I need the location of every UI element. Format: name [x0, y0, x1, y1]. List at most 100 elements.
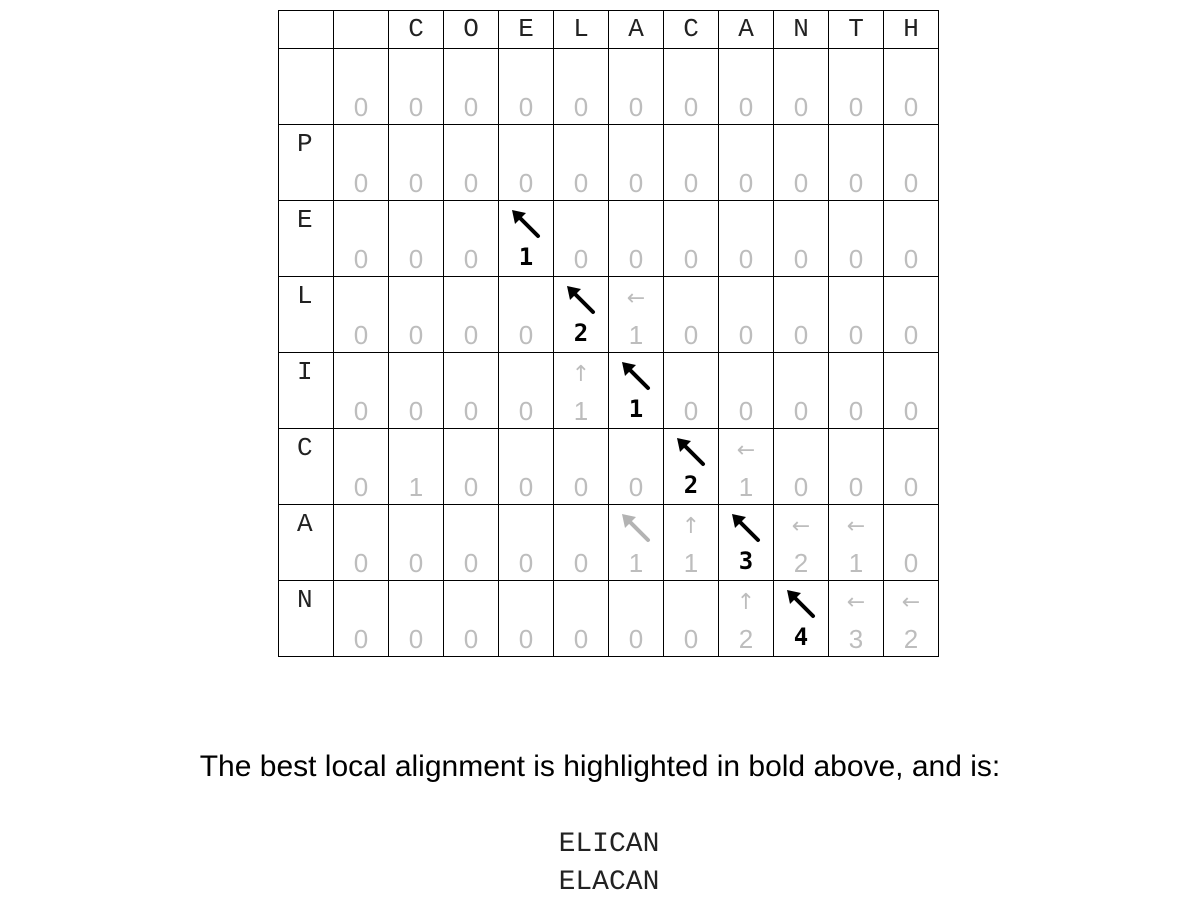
row-header-cell: I [278, 352, 334, 429]
up-arrow-icon: ↑ [571, 362, 591, 387]
score-cell: 0 [608, 428, 664, 505]
score-cell: 0 [498, 352, 554, 429]
score-cell: 0 [333, 428, 389, 505]
score-cell: 0 [498, 276, 554, 353]
up-arrow-icon: ↑ [736, 590, 756, 615]
score-value: 0 [518, 396, 534, 426]
score-value: 0 [518, 624, 534, 654]
score-value: 1 [628, 548, 644, 578]
score-value: 0 [408, 244, 424, 274]
column-header-cell: T [828, 10, 884, 49]
score-cell: 0 [443, 276, 499, 353]
column-letter: T [848, 14, 864, 44]
left-arrow-icon: ← [791, 514, 811, 539]
corner-cell [278, 10, 334, 49]
score-value: 0 [463, 168, 479, 198]
score-cell: 0 [773, 48, 829, 125]
score-cell: ← 1 [608, 276, 664, 353]
column-letter: A [738, 14, 754, 44]
score-value: 0 [628, 168, 644, 198]
score-value: 0 [848, 168, 864, 198]
column-letter: H [903, 14, 919, 44]
diagonal-arrow-icon [554, 283, 608, 317]
score-value: 0 [408, 624, 424, 654]
score-value: 0 [628, 472, 644, 502]
matrix-row: P 0 0 0 0 0 0 0 0 0 0 0 [278, 124, 939, 201]
score-value: 0 [793, 320, 809, 350]
score-cell: 0 [333, 48, 389, 125]
score-value: 0 [353, 168, 369, 198]
highlighted-score: 4 [793, 623, 809, 651]
score-cell: 0 [773, 124, 829, 201]
score-cell: 0 [498, 48, 554, 125]
score-cell: 0 [663, 124, 719, 201]
column-letter: O [463, 14, 479, 44]
score-cell: 0 [608, 48, 664, 125]
score-cell: 2 [553, 276, 609, 353]
score-value: 0 [683, 244, 699, 274]
score-cell: 0 [443, 352, 499, 429]
score-cell: 0 [333, 124, 389, 201]
alignment-matrix: COELACANTH00000000000P00000000000E000100… [278, 10, 939, 657]
score-value: 1 [628, 320, 644, 350]
score-cell: 0 [498, 124, 554, 201]
score-value: 0 [408, 92, 424, 122]
score-value: 0 [848, 472, 864, 502]
score-cell: 0 [663, 352, 719, 429]
column-header-cell: A [718, 10, 774, 49]
score-cell: 0 [553, 200, 609, 277]
diagonal-arrow-icon [499, 207, 553, 241]
highlighted-score: 2 [683, 471, 699, 499]
score-value: 1 [408, 472, 424, 502]
left-arrow-icon: ← [626, 286, 646, 311]
score-value: 0 [463, 244, 479, 274]
score-cell: 0 [443, 200, 499, 277]
left-arrow-icon: ← [736, 438, 756, 463]
score-cell: 0 [553, 580, 609, 657]
score-value: 0 [848, 396, 864, 426]
score-value: 0 [793, 472, 809, 502]
score-cell: 0 [388, 276, 444, 353]
score-cell: 0 [333, 504, 389, 581]
score-cell: 0 [498, 428, 554, 505]
score-cell: 1 [388, 428, 444, 505]
row-letter: L [297, 281, 313, 311]
score-value: 0 [573, 168, 589, 198]
score-value: 0 [463, 624, 479, 654]
score-cell: 0 [443, 504, 499, 581]
score-value: 0 [848, 92, 864, 122]
left-arrow-icon: ← [846, 590, 866, 615]
score-value: 1 [738, 472, 754, 502]
score-cell: 0 [883, 352, 939, 429]
score-value: 0 [353, 320, 369, 350]
row-header-cell: P [278, 124, 334, 201]
score-value: 0 [408, 168, 424, 198]
row-header-cell [278, 48, 334, 125]
left-arrow-icon: ← [846, 514, 866, 539]
score-cell: ← 2 [773, 504, 829, 581]
score-cell: 0 [333, 276, 389, 353]
score-cell: 0 [553, 504, 609, 581]
row-letter: E [297, 205, 313, 235]
score-value: 0 [738, 92, 754, 122]
diagonal-arrow-icon [664, 435, 718, 469]
score-cell: 4 [773, 580, 829, 657]
score-value: 0 [518, 168, 534, 198]
score-cell: 0 [828, 428, 884, 505]
score-cell: 0 [333, 200, 389, 277]
matrix-row: N 0 0 0 0 0 0 0 ↑ 2 4 ← 3 ← 2 [278, 580, 939, 657]
score-cell: 0 [663, 200, 719, 277]
up-arrow-icon: ↑ [681, 514, 701, 539]
score-cell: 0 [553, 428, 609, 505]
score-cell: 0 [773, 200, 829, 277]
score-value: 2 [738, 624, 754, 654]
score-value: 0 [353, 472, 369, 502]
score-value: 0 [683, 320, 699, 350]
score-value: 0 [848, 320, 864, 350]
score-cell: ← 3 [828, 580, 884, 657]
row-letter: I [297, 357, 313, 387]
score-value: 2 [903, 624, 919, 654]
score-value: 0 [738, 396, 754, 426]
score-value: 0 [628, 92, 644, 122]
highlighted-score: 3 [738, 547, 754, 575]
